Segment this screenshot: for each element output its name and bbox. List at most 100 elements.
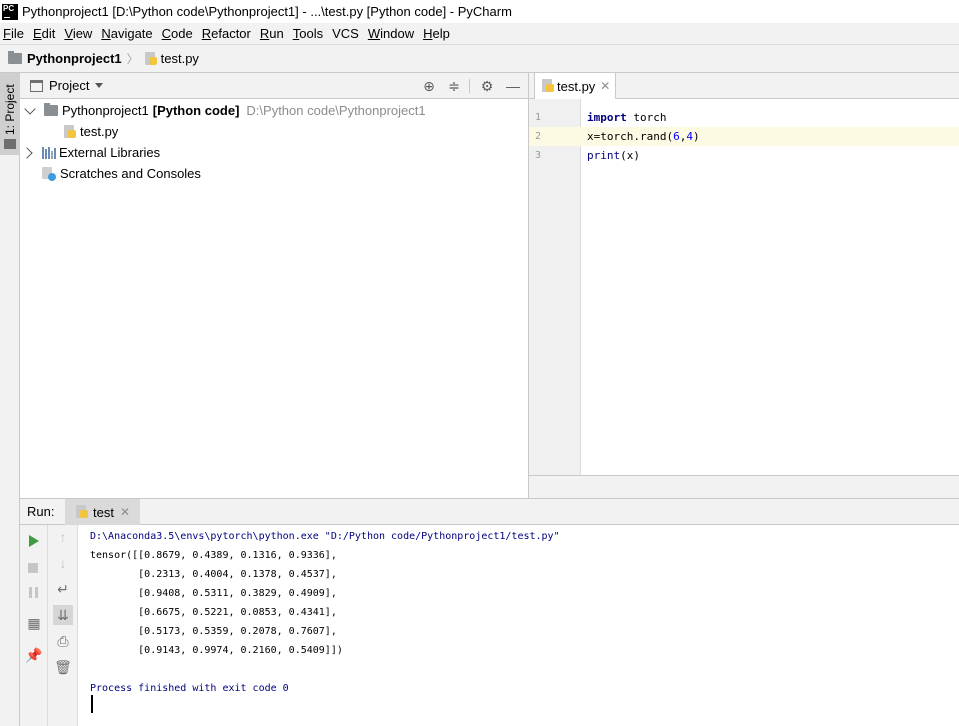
project-tab-label: 1: Project <box>3 84 17 135</box>
trash-icon[interactable]: 🗑 <box>53 657 73 677</box>
line-number: 1 <box>535 112 542 123</box>
pause-icon[interactable] <box>29 587 38 598</box>
close-icon[interactable]: ✕ <box>600 79 610 93</box>
code-token: (x) <box>620 149 640 162</box>
menu-run[interactable]: Run <box>256 26 288 41</box>
menu-mnemonic: V <box>64 26 73 41</box>
menu-tools[interactable]: Tools <box>289 26 327 41</box>
folder-icon <box>4 139 16 149</box>
code-token: print <box>587 149 621 162</box>
run-tab-test[interactable]: test ✕ <box>65 499 141 525</box>
code-line[interactable]: 2 x=torch.rand(6,4) <box>529 127 959 146</box>
menu-edit[interactable]: Edit <box>29 26 59 41</box>
menu-mnemonic: C <box>161 26 172 41</box>
editor-bottom-bar <box>529 475 959 498</box>
code-token: x=torch.rand( <box>587 130 674 143</box>
code-line[interactable]: 1 import torch <box>529 108 959 127</box>
breadcrumb-project[interactable]: Pythonproject1 <box>27 51 122 66</box>
menu-label-rest: avigate <box>110 26 153 41</box>
menu-label-rest: ode <box>171 26 193 41</box>
project-tool-window-tab[interactable]: 1: Project <box>0 73 20 155</box>
navigation-bar: Pythonproject1 〉 test.py <box>0 44 959 73</box>
console-line: tensor([[0.8679, 0.4389, 0.1316, 0.9336]… <box>90 550 337 561</box>
code-token: ) <box>692 130 700 143</box>
print-icon[interactable]: ⎙ <box>53 631 73 651</box>
stop-icon[interactable] <box>28 563 38 573</box>
menu-label-rest: ools <box>299 26 324 41</box>
pycharm-logo-icon: PC <box>2 3 18 20</box>
tree-node-test-py[interactable]: test.py <box>63 121 118 142</box>
library-icon <box>42 146 56 159</box>
tree-node-scratches[interactable]: Scratches and Consoles <box>42 163 201 184</box>
menu-mnemonic: W <box>367 26 381 41</box>
window-title: Pythonproject1 [D:\Python code\Pythonpro… <box>22 4 512 19</box>
chevron-down-icon[interactable] <box>95 83 104 88</box>
code-text: print(x) <box>587 146 640 165</box>
line-number: 3 <box>535 150 542 161</box>
gear-icon[interactable]: ⚙ <box>479 78 495 94</box>
console-line: [0.5173, 0.5359, 0.2078, 0.7607], <box>90 626 337 637</box>
left-tool-strip: 1: Project <box>0 73 20 726</box>
code-editor: test.py ✕ 1 import torch 2 x=torch.rand(6,4… <box>529 73 959 498</box>
code-token: 4 <box>686 130 693 143</box>
menu-mnemonic: R <box>201 26 212 41</box>
menu-file[interactable]: File <box>0 26 28 41</box>
project-view-selector[interactable]: Project <box>49 78 89 93</box>
scratches-icon <box>42 166 56 181</box>
editor-body[interactable]: 1 import torch 2 x=torch.rand(6,4) 3 print(x) <box>529 99 959 475</box>
project-panel-header: Project ⊕ ≑ ⚙ — <box>20 73 528 99</box>
menu-view[interactable]: View <box>60 26 96 41</box>
menu-label-rest: dit <box>41 26 56 41</box>
breadcrumb-separator-icon: 〉 <box>126 52 139 66</box>
breadcrumb-file[interactable]: test.py <box>161 51 199 66</box>
line-number: 2 <box>535 131 542 142</box>
code-token: torch <box>626 111 667 124</box>
menu-label-rest: un <box>269 26 284 41</box>
menu-vcs[interactable]: VCS <box>328 26 363 41</box>
pin-icon[interactable]: 📌 <box>24 645 44 665</box>
menu-bar: File Edit View Navigate Code Refactor Run Tools… <box>0 23 959 44</box>
project-root-name: Pythonproject1 <box>62 103 149 118</box>
python-file-icon <box>63 124 77 139</box>
menu-mnemonic: N <box>101 26 111 41</box>
tree-node-external-libraries[interactable]: External Libraries <box>21 142 160 163</box>
menu-mnemonic: F <box>3 26 11 41</box>
editor-tab-label: test.py <box>557 78 596 94</box>
soft-wrap-icon[interactable]: ↵ <box>53 579 73 599</box>
menu-code[interactable]: Code <box>158 26 197 41</box>
folder-icon <box>8 51 22 64</box>
code-token: 6 <box>673 130 680 143</box>
hide-panel-icon[interactable]: — <box>505 78 521 94</box>
menu-mnemonic: R <box>259 26 270 41</box>
rerun-icon[interactable] <box>29 535 39 547</box>
collapse-all-icon[interactable]: ≑ <box>446 78 462 94</box>
header-divider <box>469 79 470 93</box>
arrow-down-icon[interactable]: ↓ <box>53 553 73 573</box>
menu-window[interactable]: Window <box>364 26 418 41</box>
run-tab-label: test <box>93 504 114 520</box>
menu-help[interactable]: Help <box>419 26 454 41</box>
folder-icon <box>44 103 58 116</box>
arrow-up-icon[interactable]: ↑ <box>53 527 73 547</box>
close-icon[interactable]: ✕ <box>120 505 130 519</box>
locate-file-icon[interactable]: ⊕ <box>421 78 437 94</box>
tree-node-project-root[interactable]: Pythonproject1 [Python code] D:\Python c… <box>24 100 426 121</box>
run-panel-header: Run: test ✕ <box>20 499 959 525</box>
chevron-down-icon[interactable] <box>24 102 36 115</box>
editor-tab-test-py[interactable]: test.py ✕ <box>534 73 616 99</box>
scratches-label: Scratches and Consoles <box>60 166 201 181</box>
restore-layout-icon[interactable]: ▦ <box>24 613 44 633</box>
menu-mnemonic: E <box>32 26 42 41</box>
project-root-tag: [Python code] <box>152 103 240 118</box>
menu-refactor[interactable]: Refactor <box>198 26 255 41</box>
code-line[interactable]: 3 print(x) <box>529 146 959 165</box>
chevron-right-icon[interactable] <box>21 146 33 159</box>
menu-navigate[interactable]: Navigate <box>97 26 156 41</box>
console-line: [0.9143, 0.9974, 0.2160, 0.5409]]) <box>90 645 343 656</box>
run-panel: Run: test ✕ ▦ 📌 ↑ ↓ ↵ ⇊ ⎙ 🗑 D:\Anaconda3… <box>20 498 959 726</box>
menu-label-rest: indow <box>380 26 415 41</box>
scroll-to-end-icon[interactable]: ⇊ <box>53 605 73 625</box>
python-file-icon <box>541 79 555 93</box>
python-file-icon <box>75 505 89 519</box>
console-output[interactable]: D:\Anaconda3.5\envs\pytorch\python.exe "… <box>78 525 959 726</box>
